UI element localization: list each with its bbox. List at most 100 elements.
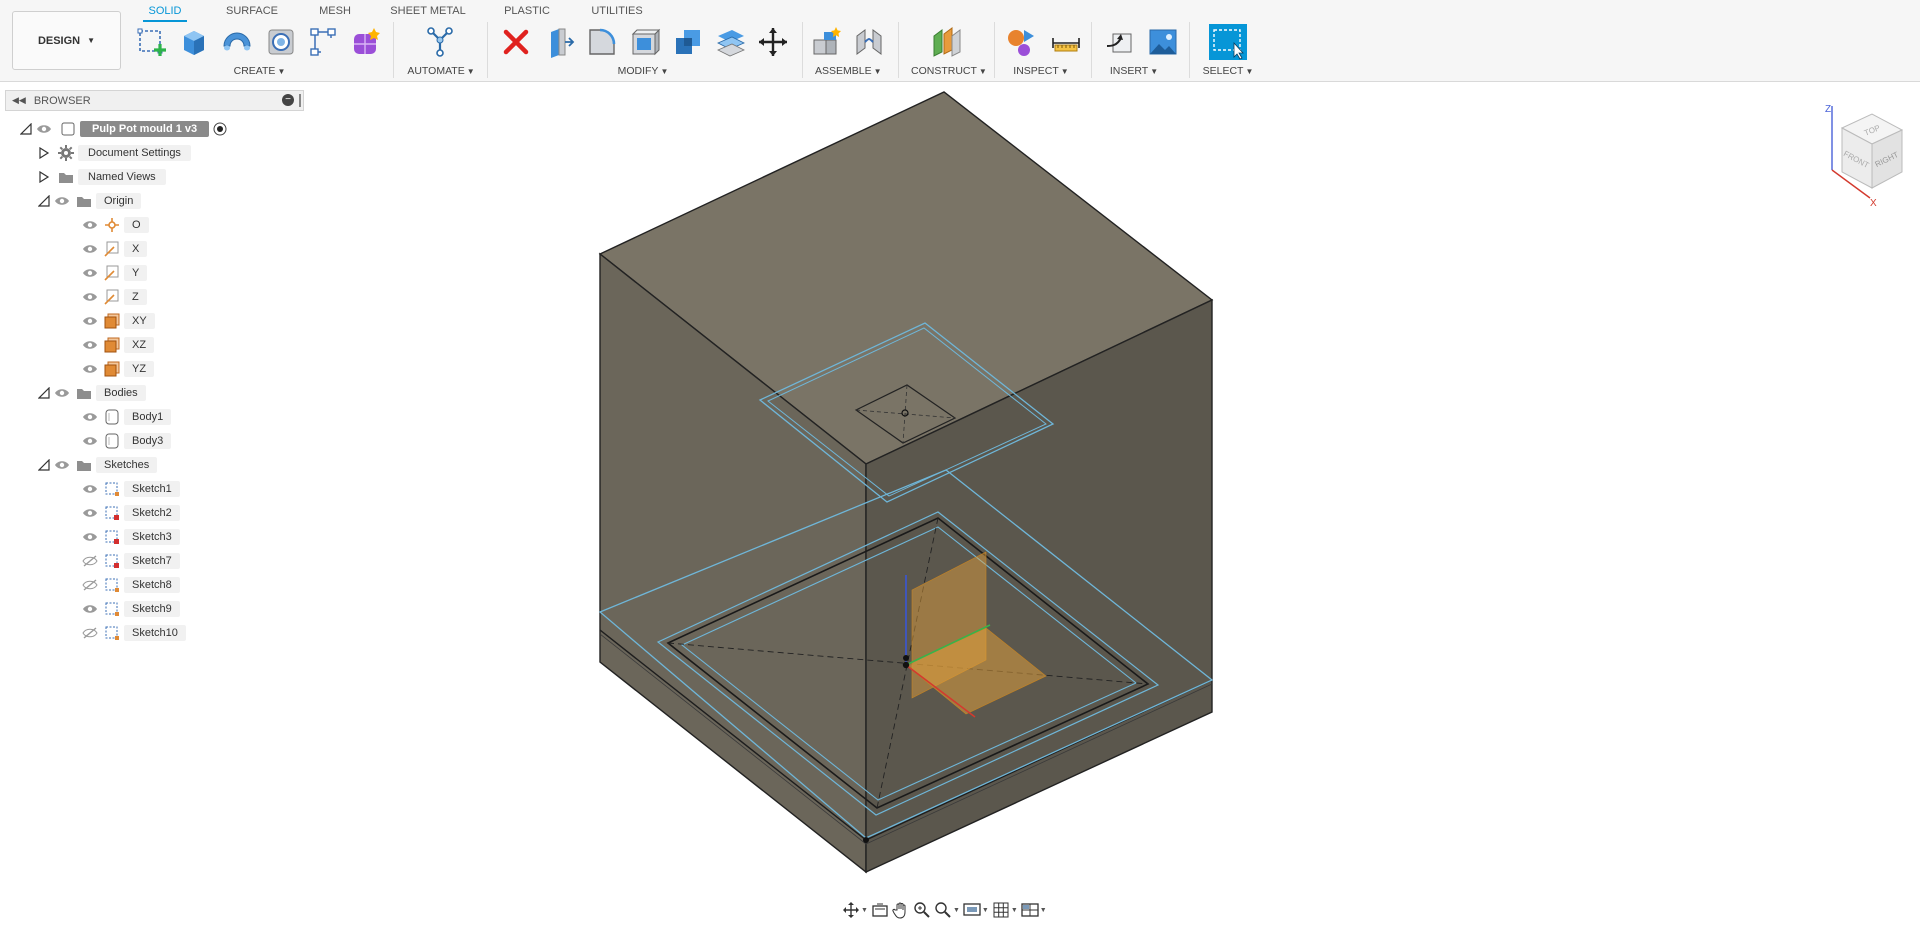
- create-menu[interactable]: CREATE ▼: [232, 65, 287, 77]
- modify-menu[interactable]: MODIFY ▼: [617, 65, 669, 77]
- hole-icon[interactable]: [265, 26, 297, 58]
- tab-mesh[interactable]: MESH: [316, 3, 354, 19]
- tree-origin-axis-y[interactable]: Y: [78, 263, 148, 283]
- view-cube[interactable]: TOP FRONT RIGHT Z X: [1810, 100, 1910, 210]
- tree-named-views[interactable]: Named Views: [38, 167, 166, 187]
- tree-sketches[interactable]: Sketches: [38, 455, 158, 475]
- workspace-switcher-button[interactable]: DESIGN ▼: [12, 11, 121, 70]
- eye-icon[interactable]: [54, 459, 70, 471]
- offset-face-icon[interactable]: [715, 26, 747, 58]
- tree-origin-plane-xy[interactable]: XY: [78, 311, 155, 331]
- model-viewport[interactable]: [310, 82, 1920, 882]
- fit-button[interactable]: ▼: [934, 900, 960, 920]
- eye-icon[interactable]: [82, 339, 98, 351]
- assemble-menu[interactable]: ASSEMBLE ▼: [815, 65, 882, 77]
- eye-icon[interactable]: [54, 387, 70, 399]
- expanded-triangle-icon[interactable]: [38, 387, 50, 399]
- tree-sketch-item[interactable]: Sketch10: [78, 623, 186, 643]
- eye-icon[interactable]: [82, 291, 98, 303]
- collapsed-triangle-icon[interactable]: [38, 171, 50, 183]
- eye-icon[interactable]: [82, 411, 98, 423]
- eye-icon[interactable]: [82, 483, 98, 495]
- expanded-triangle-icon[interactable]: [20, 123, 32, 135]
- press-pull-icon[interactable]: [543, 26, 575, 58]
- tree-sketch-item[interactable]: Sketch3: [78, 527, 180, 547]
- fillet-icon[interactable]: [586, 26, 618, 58]
- eye-icon[interactable]: [82, 435, 98, 447]
- form-icon[interactable]: [350, 26, 382, 58]
- eye-icon[interactable]: [82, 603, 98, 615]
- automate-icon[interactable]: [424, 26, 456, 58]
- tree-sketch-item[interactable]: Sketch7: [78, 551, 180, 571]
- tree-body-item[interactable]: Body1: [78, 407, 172, 427]
- eye-icon[interactable]: [82, 243, 98, 255]
- display-settings-button[interactable]: ▼: [963, 900, 989, 920]
- collapsed-triangle-icon[interactable]: [38, 147, 50, 159]
- eye-icon[interactable]: [82, 315, 98, 327]
- pattern-icon[interactable]: [307, 26, 339, 58]
- combine-icon[interactable]: [672, 26, 704, 58]
- panel-pin-icon[interactable]: [299, 94, 301, 107]
- tree-origin-point[interactable]: O: [78, 215, 149, 235]
- new-sketch-icon[interactable]: [136, 26, 168, 58]
- tree-document-settings[interactable]: Document Settings: [38, 143, 191, 163]
- new-component-icon[interactable]: [810, 26, 842, 58]
- insert-derive-icon[interactable]: [1105, 26, 1137, 58]
- eye-icon[interactable]: [36, 123, 52, 135]
- joint-icon[interactable]: [853, 26, 885, 58]
- eye-icon[interactable]: [54, 195, 70, 207]
- tree-origin-plane-xz[interactable]: XZ: [78, 335, 155, 355]
- look-at-button[interactable]: [871, 900, 889, 920]
- select-menu[interactable]: SELECT ▼: [1200, 65, 1256, 77]
- construct-plane-icon[interactable]: [930, 26, 962, 58]
- expanded-triangle-icon[interactable]: [38, 459, 50, 471]
- tab-surface[interactable]: SURFACE: [222, 3, 282, 19]
- tree-origin-plane-yz[interactable]: YZ: [78, 359, 155, 379]
- tree-root[interactable]: Pulp Pot mould 1 v3: [20, 119, 227, 139]
- eye-icon[interactable]: [82, 507, 98, 519]
- automate-menu[interactable]: AUTOMATE ▼: [406, 65, 476, 77]
- tree-sketch-item[interactable]: Sketch1: [78, 479, 180, 499]
- sketch-icon: [105, 578, 119, 592]
- revolve-icon[interactable]: [221, 26, 253, 58]
- insert-menu[interactable]: INSERT ▼: [1108, 65, 1160, 77]
- eye-icon[interactable]: [82, 219, 98, 231]
- tree-origin-axis-x[interactable]: X: [78, 239, 148, 259]
- shell-icon[interactable]: [629, 26, 661, 58]
- eye-icon[interactable]: [82, 363, 98, 375]
- construct-menu[interactable]: CONSTRUCT ▼: [911, 65, 987, 77]
- select-icon[interactable]: [1208, 23, 1248, 61]
- inspect-icon[interactable]: [1006, 26, 1038, 58]
- tree-origin[interactable]: Origin: [38, 191, 142, 211]
- eye-hidden-icon[interactable]: [82, 555, 98, 567]
- tab-plastic[interactable]: PLASTIC: [501, 3, 553, 19]
- eye-hidden-icon[interactable]: [82, 579, 98, 591]
- activate-radio-icon[interactable]: [213, 122, 227, 136]
- minus-circle-icon[interactable]: −: [282, 94, 294, 106]
- tab-solid[interactable]: SOLID: [143, 3, 187, 19]
- tree-bodies[interactable]: Bodies: [38, 383, 146, 403]
- tree-origin-axis-z[interactable]: Z: [78, 287, 147, 307]
- tab-utilities[interactable]: UTILITIES: [589, 3, 645, 19]
- measure-icon[interactable]: [1050, 26, 1082, 58]
- tab-sheet-metal[interactable]: SHEET METAL: [389, 3, 467, 19]
- tree-body-item[interactable]: Body3: [78, 431, 172, 451]
- insert-image-icon[interactable]: [1147, 26, 1179, 58]
- tree-sketch-item[interactable]: Sketch2: [78, 503, 180, 523]
- eye-hidden-icon[interactable]: [82, 627, 98, 639]
- viewports-button[interactable]: ▼: [1021, 900, 1047, 920]
- pan-button[interactable]: [892, 900, 910, 920]
- expanded-triangle-icon[interactable]: [38, 195, 50, 207]
- collapse-panel-icon[interactable]: ◀◀: [12, 95, 26, 106]
- inspect-menu[interactable]: INSPECT ▼: [1013, 65, 1069, 77]
- orbit-button[interactable]: ▼: [842, 900, 868, 920]
- move-icon[interactable]: [757, 26, 789, 58]
- zoom-button[interactable]: [913, 900, 931, 920]
- grid-settings-button[interactable]: ▼: [992, 900, 1018, 920]
- extrude-icon[interactable]: [178, 26, 210, 58]
- tree-sketch-item[interactable]: Sketch8: [78, 575, 180, 595]
- eye-icon[interactable]: [82, 531, 98, 543]
- tree-sketch-item[interactable]: Sketch9: [78, 599, 180, 619]
- delete-icon[interactable]: [500, 26, 532, 58]
- eye-icon[interactable]: [82, 267, 98, 279]
